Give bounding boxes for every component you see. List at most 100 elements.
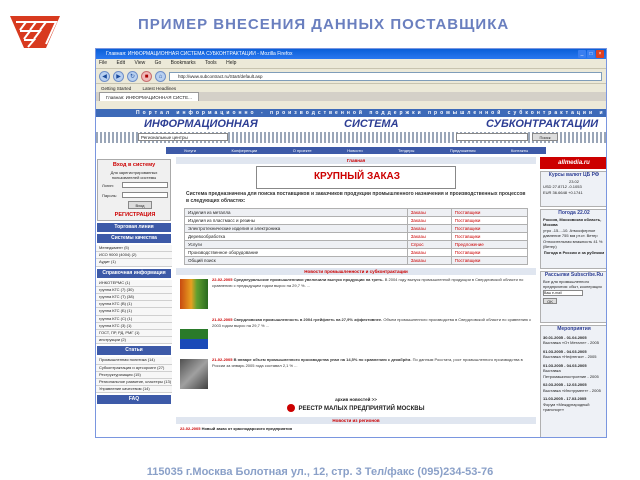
menu-go[interactable]: Go — [155, 60, 162, 66]
news-header: Новости промышленности и субконтрактации — [176, 268, 536, 275]
menu-bookmarks[interactable]: Bookmarks — [171, 60, 196, 66]
offer-link[interactable]: Предложение — [450, 240, 529, 249]
article-item[interactable]: Управление качеством (14) — [96, 386, 172, 394]
suppliers-link[interactable]: Поставщики — [450, 232, 529, 241]
nav-services[interactable]: Услуги — [184, 147, 196, 154]
nav-about[interactable]: О проекте — [293, 147, 312, 154]
reference-item[interactable]: инструкции (2) — [96, 337, 172, 345]
menu-help[interactable]: Help — [226, 60, 236, 66]
tab-main[interactable]: Главная: ИНФОРМАЦИОННАЯ СИСТЕ... — [99, 92, 199, 101]
login-input[interactable] — [122, 182, 168, 188]
bookmark-latest-headlines[interactable]: Latest Headlines — [143, 86, 177, 91]
event-name: Выставка «От Металл» - 2005 — [543, 340, 599, 345]
demand-link[interactable]: Спрос — [406, 240, 452, 249]
suppliers-link[interactable]: Поставщики — [450, 256, 529, 265]
orders-link[interactable]: Заказы — [406, 216, 452, 225]
news-title[interactable]: Свердловская промышленность в 2004 грейф… — [234, 317, 383, 322]
stop-icon[interactable]: ■ — [141, 70, 152, 82]
suppliers-link[interactable]: Поставщики — [450, 208, 529, 217]
event-item[interactable]: 01.03.2005 - 04.03.2005 Выставка Петромаш… — [543, 363, 605, 380]
reference-item[interactable]: ГОСТ, ПР, РД, РМГ (1) — [96, 330, 172, 338]
close-icon[interactable]: × — [596, 50, 604, 58]
minimize-icon[interactable]: _ — [578, 50, 586, 58]
section-reference[interactable]: Справочная информация — [97, 268, 171, 278]
categories-table: Изделия из металла Заказы Поставщики Издел… — [184, 208, 529, 265]
nav-conferences[interactable]: Конференции — [232, 147, 258, 154]
address-bar[interactable]: http://www.subcontract.ru/Start/default.… — [169, 71, 602, 81]
weather-forecast-link[interactable]: Погода в России и за рубежом — [543, 250, 605, 256]
main-content: Главная КРУПНЫЙ ЗАКАЗ Система предназнач… — [176, 157, 536, 437]
nav-offers[interactable]: Предложения — [450, 147, 476, 154]
quality-item[interactable]: ИСО 9000 (4004) (2) — [96, 252, 172, 260]
suppliers-link[interactable]: Поставщики — [450, 224, 529, 233]
presentation-slide: ПРИМЕР ВНЕСЕНИЯ ДАННЫХ ПОСТАВЩИКА Главна… — [0, 0, 640, 480]
site-banner: Портал информационно - производственной … — [96, 109, 606, 154]
article-item[interactable]: Промышленная политика (14) — [96, 357, 172, 365]
reference-item[interactable]: группа КГС (7) (30) — [96, 286, 172, 295]
section-quality[interactable]: Системы качества — [97, 234, 171, 243]
article-item[interactable]: Реструктуризация (15) — [96, 371, 172, 380]
currency-eur: EUR 36.6648 +0.1741 — [543, 189, 583, 195]
search-input[interactable] — [456, 133, 528, 141]
event-item[interactable]: 01.03.2005 - 04.03.2005 Выставка «Нефтега… — [543, 349, 605, 360]
quality-item[interactable]: Аудит (1) — [96, 259, 172, 267]
register-link[interactable]: РЕГИСТРАЦИЯ — [98, 212, 172, 218]
event-item[interactable]: 02.03.2005 - 12.03.2005 Выставка «Инструм… — [543, 382, 605, 393]
event-name: Выставка Петромашиностроение - 2005 — [543, 368, 599, 379]
nav-tenders[interactable]: Тендеры — [398, 147, 414, 154]
orders-link[interactable]: Заказы — [406, 224, 452, 233]
maximize-icon[interactable]: □ — [587, 50, 595, 58]
news-item[interactable]: 21-02-2005 В январе объем промышленного … — [180, 357, 532, 395]
registry-banner[interactable]: РЕЕСТР МАЛЫХ ПРЕДПРИЯТИЙ МОСКВЫ — [271, 404, 441, 415]
suppliers-link[interactable]: Поставщики — [450, 216, 529, 225]
event-item[interactable]: 11.03.2005 - 17.03.2005 Форум «Международ… — [543, 396, 605, 413]
password-input[interactable] — [122, 192, 168, 198]
allmedia-banner[interactable]: allmedia.ru — [540, 157, 606, 169]
forward-icon[interactable]: ▶ — [113, 70, 124, 82]
orders-link[interactable]: Заказы — [406, 256, 452, 265]
subscribe-button[interactable]: OK — [543, 297, 557, 304]
home-icon[interactable]: ⌂ — [155, 70, 166, 82]
reference-item[interactable]: группа КГС (С) (1) — [96, 315, 172, 323]
reference-item[interactable]: группа КГС (Т) (38) — [96, 294, 172, 302]
article-item[interactable]: Региональное развитие, кластеры (13) — [96, 379, 172, 387]
quality-item[interactable]: Менеджмент (5) — [96, 245, 172, 253]
menu-file[interactable]: File — [99, 60, 107, 66]
news-item[interactable]: 22-02-2005 Среднеуральские промышленники… — [180, 277, 532, 315]
news-title[interactable]: Среднеуральские промышленники увеличили … — [234, 277, 384, 282]
news-archive-link[interactable]: архив новостей >> — [176, 397, 536, 402]
reload-icon[interactable]: ↻ — [127, 70, 138, 82]
news-image — [180, 279, 208, 309]
search-button[interactable]: Поиск — [532, 133, 558, 141]
orders-link[interactable]: Заказы — [406, 232, 452, 241]
menu-tools[interactable]: Tools — [205, 60, 217, 66]
nav-news[interactable]: Новости — [347, 147, 362, 154]
article-item[interactable]: Субконтрактация и аутсорсинг (27) — [96, 364, 172, 372]
news-title[interactable]: В январе объем промышленного производств… — [234, 357, 412, 362]
reference-item[interactable]: ИНКОТЕРМС (1) — [96, 279, 172, 287]
regional-centers-select[interactable]: Региональные центры — [138, 133, 228, 141]
login-button[interactable]: Вход — [128, 201, 152, 209]
event-item[interactable]: 30.01.2005 - 01.04.2005 Выставка «От Мета… — [543, 335, 605, 346]
menu-edit[interactable]: Edit — [116, 60, 125, 66]
right-sidebar: allmedia.ru Курсы валют ЦБ РФ 23.02 USD … — [540, 157, 606, 437]
section-trade-line[interactable]: Торговая линия — [97, 223, 171, 232]
menu-view[interactable]: View — [134, 60, 145, 66]
big-order-banner[interactable]: КРУПНЫЙ ЗАКАЗ — [256, 166, 456, 189]
news-item[interactable]: 21-02-2005 Свердловская промышленность в… — [180, 317, 532, 355]
section-articles[interactable]: Статьи — [97, 346, 171, 356]
orders-link[interactable]: Заказы — [406, 208, 452, 217]
browser-window: Главная: ИНФОРМАЦИОННАЯ СИСТЕМА СУБКОНТР… — [95, 48, 607, 438]
reference-item[interactable]: группа КГС (В) (1) — [96, 301, 172, 309]
back-icon[interactable]: ◀ — [99, 70, 110, 82]
reference-item[interactable]: группа КГС (Б) (1) — [96, 308, 172, 316]
bookmark-getting-started[interactable]: Getting Started — [101, 86, 131, 91]
region-news-item[interactable]: 22-02-2005 Новый заказ от краснодарского… — [176, 424, 536, 433]
subscribe-email-input[interactable]: Ваш e-mail — [543, 289, 583, 296]
news-text-block: 21-02-2005 В январе объем промышленного … — [212, 357, 532, 369]
orders-link[interactable]: Заказы — [406, 248, 452, 257]
reference-item[interactable]: группа КГС (3) (1) — [96, 322, 172, 331]
nav-contacts[interactable]: Контакты — [511, 147, 528, 154]
suppliers-link[interactable]: Поставщики — [450, 248, 529, 257]
section-faq[interactable]: FAQ — [97, 395, 171, 405]
